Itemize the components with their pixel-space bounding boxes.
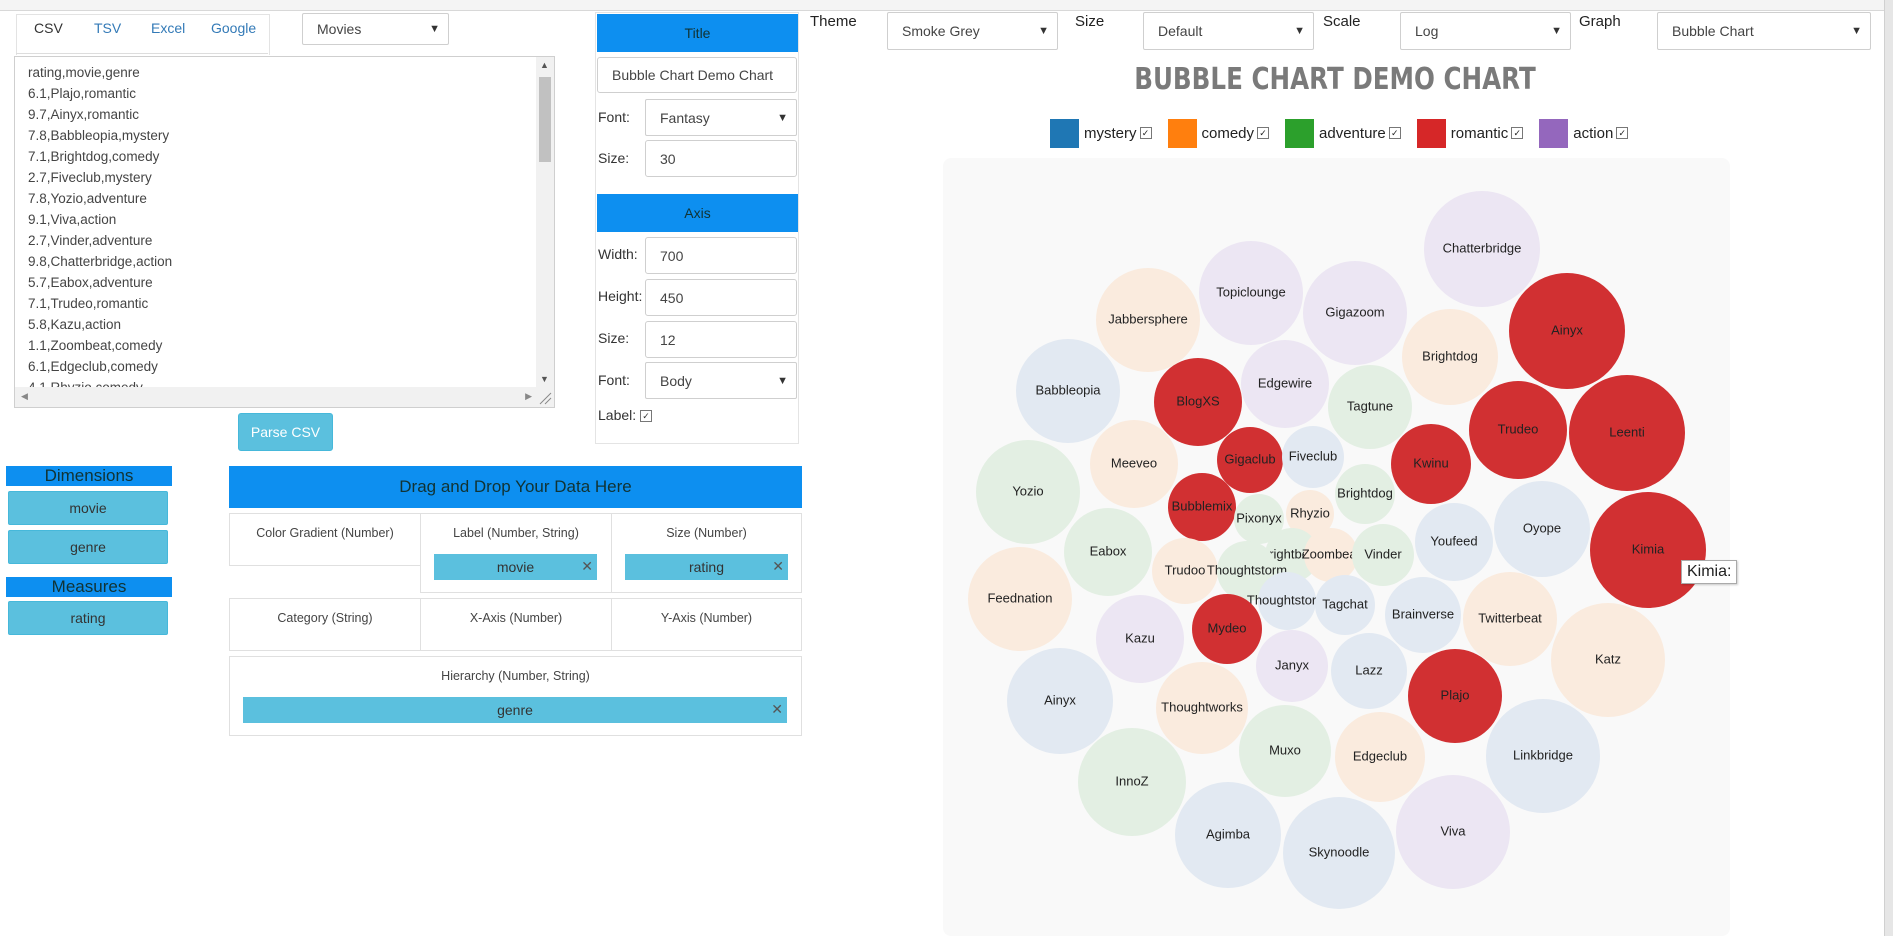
bubble-label: Thoughtworks [1161, 699, 1243, 714]
bubble-label: Babbleopia [1035, 382, 1101, 397]
bubble-label: Eabox [1090, 543, 1127, 558]
bubble-label: Edgewire [1258, 375, 1312, 390]
bubble-label: Brightdog [1422, 348, 1478, 363]
bubble-label: Muxo [1269, 742, 1301, 757]
bubble-label: Ainyx [1044, 692, 1076, 707]
bubble-label: Gigaclub [1224, 451, 1275, 466]
bubble-label: Plajo [1441, 687, 1470, 702]
bubble-label: Ainyx [1551, 322, 1583, 337]
bubble-label: Gigazoom [1325, 304, 1384, 319]
bubble-label: Jabbersphere [1108, 311, 1188, 326]
bubble-label: Edgeclub [1353, 748, 1407, 763]
bubble-label: Brainverse [1392, 606, 1454, 621]
bubble-label: Kazu [1125, 630, 1155, 645]
bubble-label: Pixonyx [1236, 510, 1282, 525]
bubble-label: Twitterbeat [1478, 610, 1542, 625]
bubble-label: Meeveo [1111, 455, 1157, 470]
bubble-label: Youfeed [1430, 533, 1477, 548]
bubble-label: Lazz [1355, 662, 1382, 677]
chart-tooltip: Kimia: [1681, 560, 1738, 584]
bubble-label: InnoZ [1115, 773, 1148, 788]
bubble-label: Kimia [1632, 541, 1665, 556]
bubble-label: BlogXS [1176, 393, 1220, 408]
bubble-label: Kwinu [1413, 455, 1448, 470]
bubble-label: Yozio [1012, 483, 1043, 498]
bubble-label: Chatterbridge [1443, 240, 1522, 255]
bubble-label: Leenti [1609, 424, 1645, 439]
bubble-label: Fiveclub [1289, 448, 1337, 463]
bubble-label: Viva [1440, 823, 1466, 838]
bubble-label: Katz [1595, 651, 1621, 666]
bubble-label: Oyope [1523, 520, 1561, 535]
bubble-label: Bubblemix [1172, 498, 1233, 513]
bubble-label: Agimba [1206, 826, 1251, 841]
bubble-label: Linkbridge [1513, 747, 1573, 762]
bubble-label: Rhyzio [1290, 505, 1330, 520]
bubble-label: Feednation [987, 590, 1052, 605]
bubble-label: Janyx [1275, 657, 1309, 672]
bubble-label: Mydeo [1207, 620, 1246, 635]
bubble-label: Topiclounge [1216, 284, 1285, 299]
bubble-label: Skynoodle [1309, 844, 1370, 859]
bubble-chart-svg: Chatterbridge Topiclounge Gigazoom Jabbersp… [968, 191, 1706, 909]
bubble-label: Zoombeat [1302, 546, 1361, 561]
bubble-label: Brightdog [1337, 485, 1393, 500]
bubble-label: Tagchat [1322, 596, 1368, 611]
bubble-label: Vinder [1364, 546, 1402, 561]
bubble-label: Trudeo [1498, 421, 1539, 436]
bubble-label: Tagtune [1347, 398, 1393, 413]
bubble-label: Trudoo [1165, 562, 1206, 577]
